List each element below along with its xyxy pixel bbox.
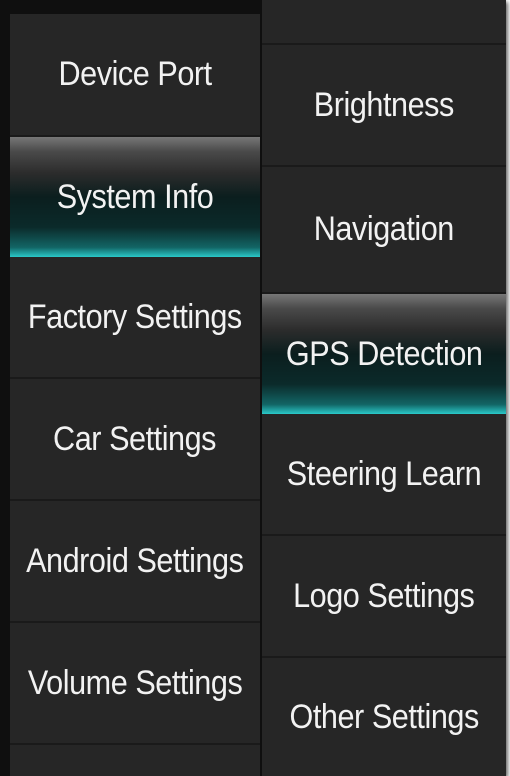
menu-item-logo-settings[interactable]: Logo Settings [262,536,506,658]
menu-item-partial[interactable] [262,0,506,45]
menu-item-label: Volume Settings [27,663,243,702]
menu-item-factory-settings[interactable]: Factory Settings [10,257,260,379]
menu-item-label: Navigation [313,210,455,248]
menu-item-gps-detection[interactable]: GPS Detection [262,294,506,414]
menu-item-navigation[interactable]: Navigation [262,167,506,294]
menu-item-steering-learn[interactable]: Steering Learn [262,414,506,536]
menu-item-label: Car Settings [53,419,217,458]
menu-item-label: System Info [56,177,214,216]
menu-item-car-settings[interactable]: Car Settings [10,379,260,501]
left-settings-menu: Device Port System Info Factory Settings… [10,14,260,776]
menu-item-volume-settings[interactable]: Volume Settings [10,623,260,745]
menu-item-device-port[interactable]: Device Port [10,14,260,137]
settings-screen: Device Port System Info Factory Settings… [0,0,506,776]
menu-item-label: GPS Detection [285,334,483,373]
menu-item-label: Android Settings [26,541,244,580]
menu-item-label: Brightness [313,85,455,124]
menu-item-label: Steering Learn [286,454,482,493]
menu-item-other-settings[interactable]: Other Settings [262,658,506,776]
right-settings-menu: Brightness Navigation GPS Detection Stee… [262,0,506,776]
menu-item-partial[interactable] [10,745,260,776]
menu-item-android-settings[interactable]: Android Settings [10,501,260,623]
menu-item-label: Logo Settings [293,576,475,615]
menu-item-label: Other Settings [289,697,479,736]
menu-item-system-info[interactable]: System Info [10,137,260,257]
menu-item-brightness[interactable]: Brightness [262,45,506,167]
menu-item-label: Factory Settings [28,297,242,336]
menu-item-label: Device Port [58,55,212,93]
